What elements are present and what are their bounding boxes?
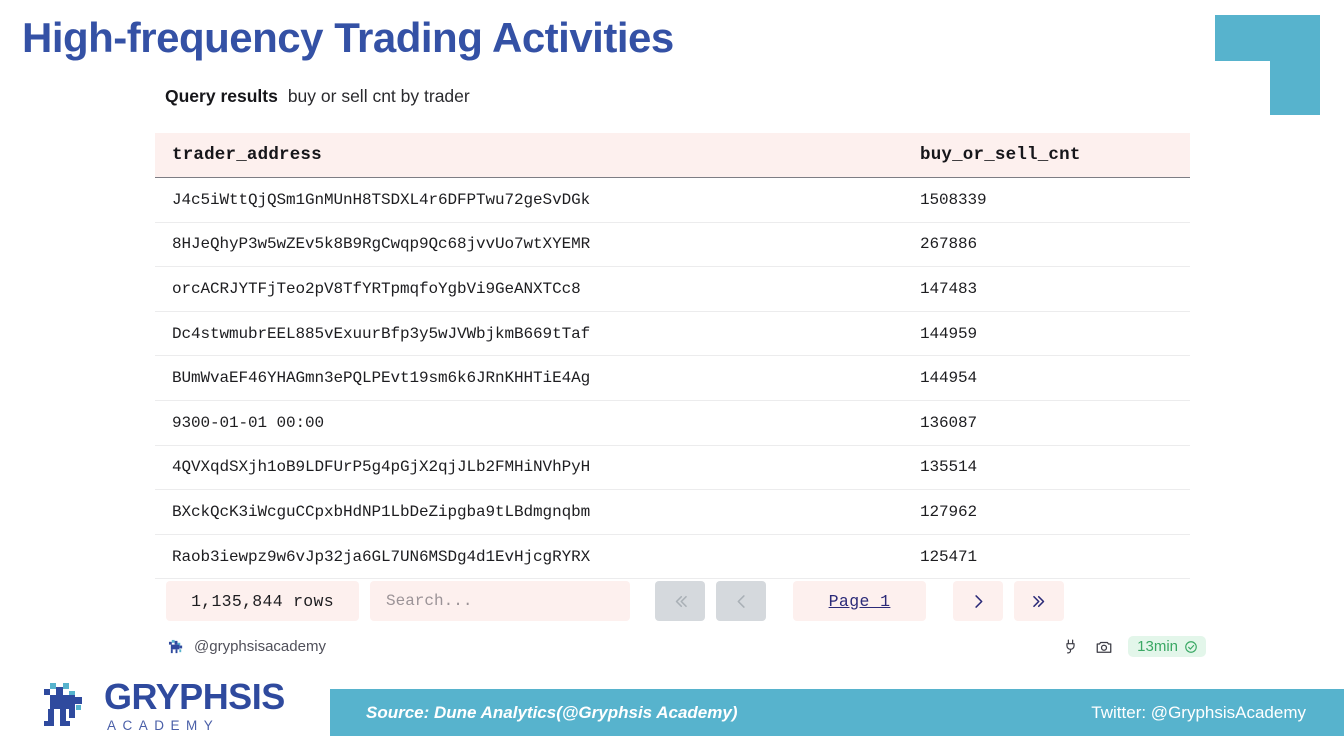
table-row[interactable]: Raob3iewpz9w6vJp32ja6GL7UN6MSDg4d1EvHjcg… <box>155 534 1190 580</box>
cell-buy-or-sell-cnt: 144954 <box>903 355 1190 401</box>
gryphsis-logo: GRYPHSIS ACADEMY <box>40 679 285 733</box>
screenshot-icon[interactable] <box>1094 637 1114 657</box>
author-handle: @gryphsisacademy <box>194 638 326 655</box>
column-header-buy-or-sell-cnt[interactable]: buy_or_sell_cnt <box>903 133 1190 178</box>
table-row[interactable]: Dc4stwmubrEEL885vExuurBfp3y5wJVWbjkmB669… <box>155 311 1190 357</box>
decorative-corner-shape <box>1215 15 1320 115</box>
row-count-display: 1,135,844 rows <box>166 581 359 621</box>
cell-buy-or-sell-cnt: 267886 <box>903 222 1190 268</box>
results-table-body: J4c5iWttQjQSm1GnMUnH8TSDXL4r6DFPTwu72geS… <box>155 177 1190 580</box>
cell-trader-address: BUmWvaEF46YHAGmn3ePQLPEvt19sm6k6JRnKHHTi… <box>155 355 903 401</box>
chevron-left-icon <box>737 594 745 608</box>
search-input[interactable] <box>370 581 630 621</box>
cell-buy-or-sell-cnt: 125471 <box>903 534 1190 580</box>
gryphsis-mark-icon <box>168 639 183 653</box>
table-scrollbar-track[interactable] <box>1195 135 1204 559</box>
author-block[interactable]: @gryphsisacademy <box>168 638 326 655</box>
brand-footer-bar: GRYPHSIS ACADEMY Source: Dune Analytics(… <box>0 679 1344 742</box>
last-page-button[interactable] <box>1014 581 1064 621</box>
slide-root: High-frequency Trading Activities Query … <box>0 0 1344 742</box>
results-table-panel: trader_address buy_or_sell_cnt J4c5iWttQ… <box>155 133 1205 580</box>
table-row[interactable]: BUmWvaEF46YHAGmn3ePQLPEvt19sm6k6JRnKHHTi… <box>155 355 1190 401</box>
query-duration-text: 13min <box>1137 638 1178 655</box>
logo-sub-text: ACADEMY <box>107 718 220 733</box>
chevron-double-left-icon <box>675 595 687 607</box>
query-name: buy or sell cnt by trader <box>287 86 470 106</box>
cell-trader-address: 8HJeQhyP3w5wZEv5k8B9RgCwqp9Qc68jvvUo7wtX… <box>155 222 903 268</box>
cell-trader-address: 4QVXqdSXjh1oB9LDFUrP5g4pGjX2qjJLb2FMHiNV… <box>155 445 903 491</box>
source-text: Source: Dune Analytics(@Gryphsis Academy… <box>366 702 738 722</box>
next-page-button[interactable] <box>953 581 1003 621</box>
gryphsis-logo-icon <box>44 682 82 726</box>
query-meta-row: @gryphsisacademy 13min <box>168 636 1206 662</box>
table-row[interactable]: 4QVXqdSXjh1oB9LDFUrP5g4pGjX2qjJLb2FMHiNV… <box>155 445 1190 491</box>
cell-buy-or-sell-cnt: 147483 <box>903 266 1190 312</box>
table-row[interactable]: 8HJeQhyP3w5wZEv5k8B9RgCwqp9Qc68jvvUo7wtX… <box>155 222 1190 268</box>
cell-trader-address: BXckQcK3iWcguCCpxbHdNP1LbDeZipgba9tLBdmg… <box>155 489 903 535</box>
cell-buy-or-sell-cnt: 144959 <box>903 311 1190 357</box>
cell-trader-address: Dc4stwmubrEEL885vExuurBfp3y5wJVWbjkmB669… <box>155 311 903 357</box>
chevron-right-icon <box>974 594 982 608</box>
cell-buy-or-sell-cnt: 127962 <box>903 489 1190 535</box>
cell-buy-or-sell-cnt: 1508339 <box>903 177 1190 223</box>
cell-trader-address: 9300-01-01 00:00 <box>155 400 903 446</box>
table-row[interactable]: BXckQcK3iWcguCCpxbHdNP1LbDeZipgba9tLBdmg… <box>155 489 1190 535</box>
source-strip: Source: Dune Analytics(@Gryphsis Academy… <box>330 689 1344 736</box>
query-duration-badge: 13min <box>1128 636 1206 657</box>
chevron-double-right-icon <box>1032 595 1044 607</box>
cell-buy-or-sell-cnt: 135514 <box>903 445 1190 491</box>
cell-trader-address: J4c5iWttQjQSm1GnMUnH8TSDXL4r6DFPTwu72geS… <box>155 177 903 223</box>
fork-query-icon[interactable] <box>1060 637 1080 657</box>
cell-trader-address: orcACRJYTFjTeo2pV8TfYRTpmqfoYgbVi9GeANXT… <box>155 266 903 312</box>
results-table-body-viewport[interactable]: J4c5iWttQjQSm1GnMUnH8TSDXL4r6DFPTwu72geS… <box>155 177 1205 606</box>
table-row[interactable]: 9300-01-01 00:00 136087 <box>155 400 1190 446</box>
table-header-row: trader_address buy_or_sell_cnt <box>155 133 1190 178</box>
query-actions: 13min <box>1060 636 1206 657</box>
current-page-button[interactable]: Page 1 <box>793 581 926 621</box>
cell-trader-address: Raob3iewpz9w6vJp32ja6GL7UN6MSDg4d1EvHjcg… <box>155 534 903 580</box>
cell-buy-or-sell-cnt: 136087 <box>903 400 1190 446</box>
gryphsis-logo-wordmark: GRYPHSIS ACADEMY <box>104 679 285 733</box>
plug-icon <box>1065 639 1075 654</box>
twitter-text: Twitter: @GryphsisAcademy <box>1091 702 1306 722</box>
logo-main-text: GRYPHSIS <box>104 676 285 717</box>
column-header-trader-address[interactable]: trader_address <box>155 133 903 178</box>
check-circle-icon <box>1185 640 1197 653</box>
results-table-head: trader_address buy_or_sell_cnt <box>155 133 1190 178</box>
corner-shape-side-bar <box>1270 61 1320 115</box>
table-footer-controls: 1,135,844 rows Page 1 <box>166 581 1064 621</box>
corner-shape-top-bar <box>1215 15 1320 61</box>
previous-page-button[interactable] <box>716 581 766 621</box>
query-results-label: Query results <box>165 86 278 106</box>
table-row[interactable]: J4c5iWttQjQSm1GnMUnH8TSDXL4r6DFPTwu72geS… <box>155 177 1190 223</box>
page-title: High-frequency Trading Activities <box>22 14 674 61</box>
first-page-button[interactable] <box>655 581 705 621</box>
camera-icon <box>1096 641 1112 653</box>
table-row[interactable]: orcACRJYTFjTeo2pV8TfYRTpmqfoYgbVi9GeANXT… <box>155 266 1190 312</box>
query-results-caption: Query results buy or sell cnt by trader <box>165 86 470 107</box>
